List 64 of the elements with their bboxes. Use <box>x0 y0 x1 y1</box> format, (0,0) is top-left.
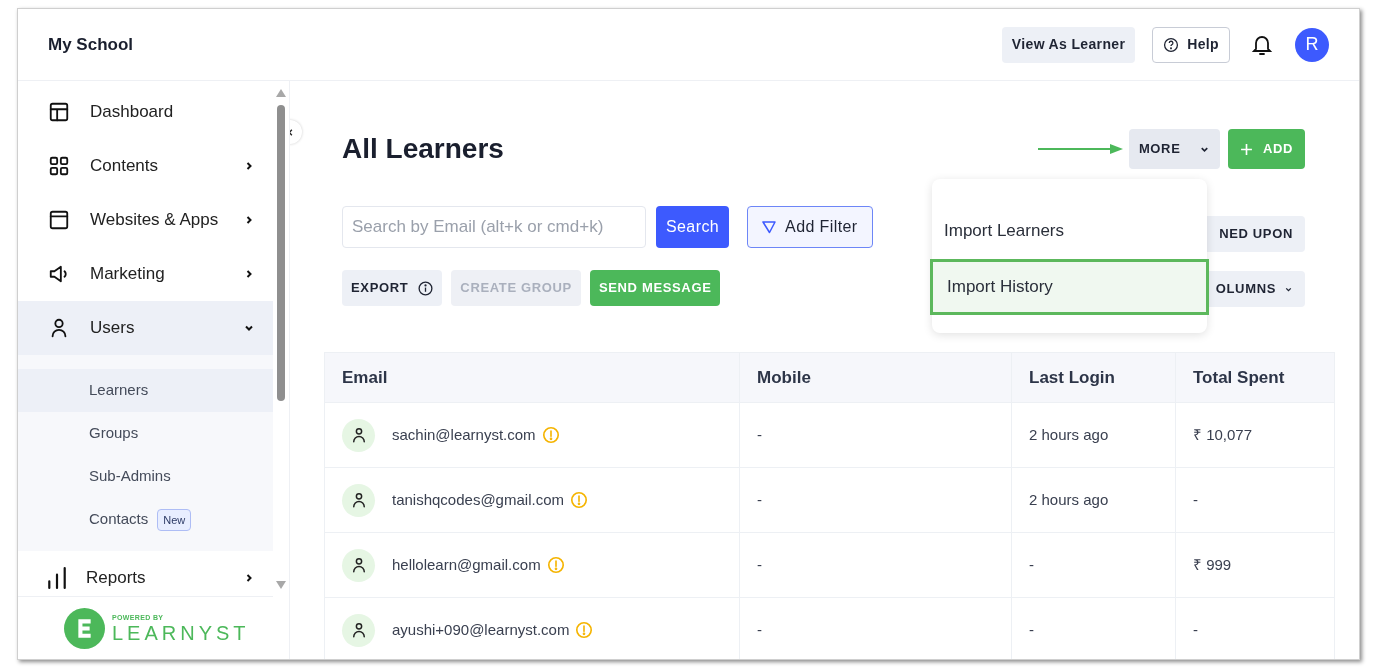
help-button[interactable]: Help <box>1152 26 1230 63</box>
search-field[interactable]: Search by Email (alt+k or cmd+k) <box>342 206 646 248</box>
table-cell: 2 hours ago <box>1029 426 1109 443</box>
table-cell: - <box>757 491 762 508</box>
filter-icon <box>762 220 777 234</box>
email-text: sachin@learnyst.com <box>392 424 536 445</box>
sidebar-subitem[interactable]: Learners <box>18 369 273 412</box>
scroll-up-arrow-icon[interactable] <box>276 89 286 97</box>
brand-logo-icon <box>64 607 105 649</box>
school-name: My School <box>48 33 133 56</box>
scrollbar-thumb[interactable] <box>277 105 285 401</box>
warning-icon <box>570 491 588 509</box>
column-header: Mobile <box>739 352 1012 403</box>
email-text: tanishqcodes@gmail.com <box>392 489 564 510</box>
grid-icon <box>48 155 70 177</box>
add-filter-button[interactable]: Add Filter <box>747 206 873 248</box>
menu-item[interactable]: Import History <box>930 259 1209 315</box>
table-cell: ₹ 999 <box>1193 556 1232 573</box>
sidebar-subitem[interactable]: Contacts New <box>18 498 273 541</box>
column-header: Email <box>324 352 740 403</box>
scroll-down-arrow-icon[interactable] <box>276 581 286 589</box>
bar-chart-icon <box>48 567 66 589</box>
table-cell: 2 hours ago <box>1029 491 1109 508</box>
page-title: All Learners <box>342 132 505 166</box>
email-text: ayushi+090@learnyst.com <box>392 619 570 640</box>
search-button[interactable]: Search <box>656 206 730 248</box>
more-button[interactable]: MORE <box>1128 129 1220 169</box>
table-cell: - <box>1193 621 1198 638</box>
warning-icon <box>546 556 565 574</box>
table-cell: - <box>1193 491 1198 508</box>
table-cell: - <box>757 556 762 573</box>
column-header: Total Spent <box>1175 352 1335 403</box>
plus-icon <box>1239 142 1253 156</box>
sidebar-item[interactable]: Websites & Apps <box>18 193 273 247</box>
sidebar-subitem[interactable]: Sub-Admins <box>18 455 273 498</box>
warning-icon <box>575 621 594 639</box>
user-avatar-icon <box>342 418 375 452</box>
view-as-learner-button[interactable]: View As Learner <box>1001 26 1136 63</box>
info-icon <box>418 280 434 296</box>
table-cell: - <box>757 426 762 443</box>
megaphone-icon <box>48 263 70 285</box>
new-badge: New <box>157 508 192 531</box>
user-avatar-icon <box>342 483 375 517</box>
sidebar-item[interactable]: Marketing <box>18 247 273 301</box>
brand-name: LEARNYST <box>112 621 250 644</box>
table-cell: - <box>757 621 762 638</box>
column-header: Last Login <box>1011 352 1176 403</box>
action-button[interactable]: EXPORT <box>342 270 443 306</box>
user-avatar-icon <box>342 548 375 582</box>
help-icon <box>1163 36 1180 53</box>
layout-icon <box>48 101 70 123</box>
sidebar-subitem[interactable]: Groups <box>18 412 273 455</box>
user-avatar[interactable]: R <box>1295 27 1329 62</box>
table-cell: - <box>1029 556 1034 573</box>
browser-window-icon <box>48 209 70 231</box>
sidebar-item[interactable]: Dashboard <box>18 85 273 139</box>
warning-icon <box>541 426 560 444</box>
user-avatar-icon <box>342 613 375 647</box>
table-cell: - <box>1029 621 1034 638</box>
sidebar-item[interactable]: Users <box>18 301 273 355</box>
sidebar-item[interactable]: Contents <box>18 139 273 193</box>
sidebar-item[interactable]: Reports <box>18 551 273 596</box>
table-cell: ₹ 10,077 <box>1193 426 1253 443</box>
email-text: hellolearn@gmail.com <box>392 554 541 575</box>
